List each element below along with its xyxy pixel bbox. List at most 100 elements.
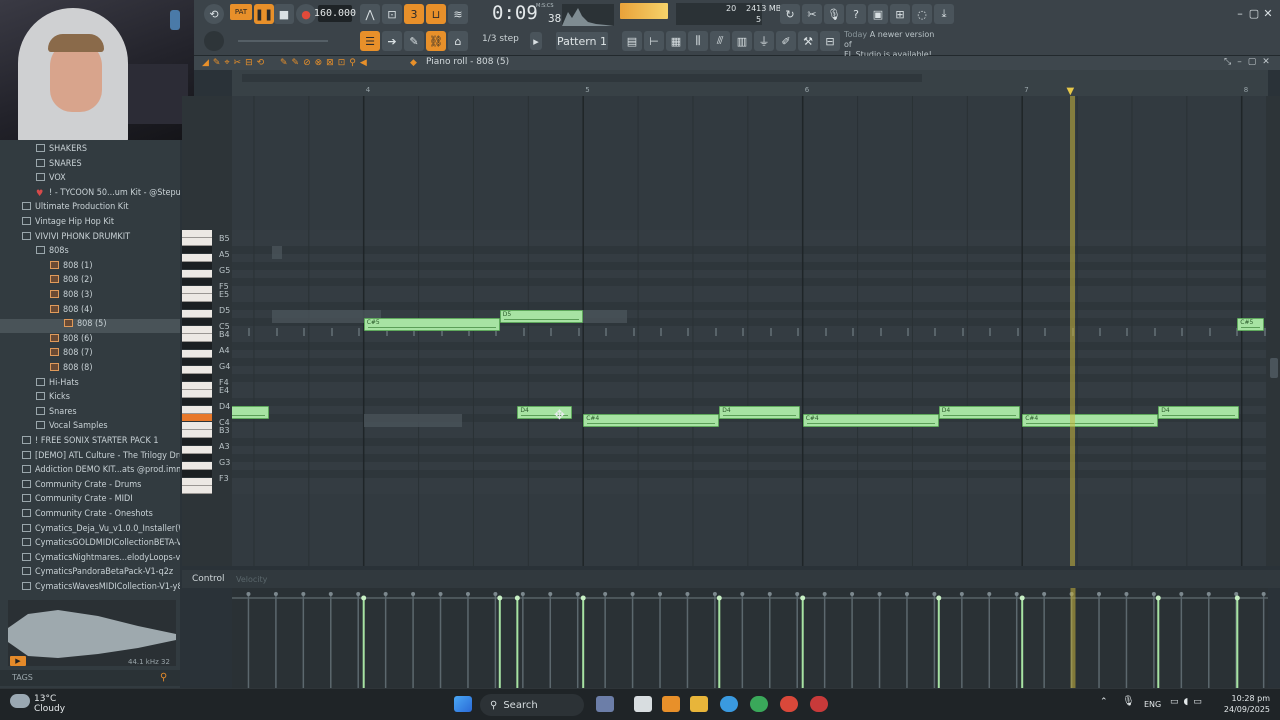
browser-item[interactable]: 808 (5) [0, 319, 180, 334]
browser-item[interactable]: 808 (8) [0, 363, 180, 377]
weather-widget[interactable]: 13°C Cloudy [34, 694, 65, 714]
taskbar-search[interactable]: ⚲ Search [480, 694, 584, 716]
stamp-icon[interactable]: ⌂ [448, 31, 468, 51]
undo-icon[interactable]: ↻ [780, 4, 800, 24]
master-volume-knob[interactable] [204, 31, 224, 51]
black-key[interactable] [182, 262, 212, 269]
tempo-display[interactable]: 160.000 [314, 5, 356, 22]
note-grid[interactable]: C#5D5C#5C#4D4D4C#4D4C#4D4C#4D4✥ [232, 96, 1268, 566]
piano-roll-arrow-icon[interactable]: ◆ [410, 58, 417, 68]
white-key[interactable] [182, 350, 212, 358]
note[interactable]: C#4 [1022, 414, 1159, 427]
browser-item[interactable]: ! FREE SONIX STARTER PACK 1 [0, 436, 180, 450]
tray-network-volume-battery-icons[interactable]: ▭◖▭ [1170, 697, 1207, 707]
download-icon[interactable]: ⤓ [934, 4, 954, 24]
tray-clock[interactable]: 10:28 pm 24/09/2025 [1212, 693, 1270, 715]
metronome-icon[interactable]: ⋀ [360, 4, 380, 24]
playhead[interactable] [1070, 96, 1076, 566]
countdown-icon[interactable]: 3 [404, 4, 424, 24]
master-pitch-slider[interactable] [238, 40, 328, 42]
sample-preview-waveform[interactable] [8, 600, 176, 666]
help-icon[interactable]: ? [846, 4, 866, 24]
white-key[interactable] [182, 366, 212, 374]
wait-icon[interactable]: ⊡ [382, 4, 402, 24]
microphone-icon[interactable]: 🎙 [824, 4, 844, 24]
piano-roll-icon[interactable]: ⊢ [644, 31, 664, 51]
mixer-window-icon[interactable]: ⫼ [688, 31, 708, 51]
browser-item[interactable]: 808 (4) [0, 304, 180, 319]
pattern-overview[interactable] [242, 74, 922, 82]
white-key[interactable] [182, 326, 212, 334]
browser-item[interactable]: Snares [0, 406, 180, 421]
white-key[interactable] [182, 334, 212, 342]
white-key[interactable] [182, 286, 212, 294]
blend-icon[interactable]: ≋ [448, 4, 468, 24]
windows-start-icon[interactable] [454, 696, 472, 712]
preview-play-icon[interactable]: ▶ [10, 656, 26, 666]
pattern-prev-icon[interactable]: ▸ [530, 32, 542, 50]
stop-button[interactable]: ■ [274, 4, 294, 24]
browser-item[interactable]: Hi-Hats [0, 377, 180, 392]
browser-item[interactable]: Kicks [0, 392, 180, 406]
white-key[interactable] [182, 486, 212, 494]
close-icon[interactable]: ✕ [1262, 7, 1274, 20]
browser-item[interactable]: 808s [0, 246, 180, 260]
white-key[interactable] [182, 270, 212, 278]
plugin-icon[interactable]: ⫻ [710, 31, 730, 51]
note[interactable]: C#4 [802, 414, 939, 427]
white-key[interactable] [182, 230, 212, 238]
chrome-icon[interactable] [750, 696, 768, 712]
white-key[interactable] [182, 238, 212, 246]
browser-item[interactable]: Community Crate - MIDI [0, 494, 180, 508]
browser-item[interactable]: SNARES [0, 158, 180, 173]
search-icon[interactable]: ⚲ [160, 672, 176, 684]
note[interactable]: D4 [938, 406, 1020, 419]
black-key[interactable] [182, 278, 212, 285]
channel-rack-icon[interactable]: ▦ [666, 31, 686, 51]
browser-item[interactable]: ♥ ! - TYCOON 50...um Kit - @Stepuz [0, 188, 180, 202]
black-key[interactable] [182, 398, 212, 405]
restore-icon[interactable]: ▢ [1248, 7, 1260, 20]
browser-item[interactable]: Cymatics_Deja_Vu_v1.0.0_Installer(WIN) [0, 523, 180, 538]
browser-item[interactable]: SHAKERS [0, 144, 180, 158]
black-key[interactable] [182, 454, 212, 461]
browser-item[interactable]: 808 (3) [0, 290, 180, 304]
note[interactable]: D4 [232, 406, 270, 419]
browser-item[interactable]: 808 (1) [0, 260, 180, 275]
black-key[interactable] [182, 302, 212, 309]
black-key[interactable] [182, 246, 212, 253]
tray-language[interactable]: ENG [1144, 700, 1161, 709]
pattern-selector[interactable]: Pattern 1 [556, 32, 608, 50]
browser-item[interactable]: Community Crate - Drums [0, 479, 180, 494]
note[interactable]: D4 [1158, 406, 1240, 419]
piano-roll-window-controls[interactable]: ⤡–▢✕ [1224, 57, 1276, 67]
news-panel[interactable]: Today A newer version of FL Studio is av… [844, 30, 944, 59]
browser-item[interactable]: Ultimate Production Kit [0, 202, 180, 216]
timeline-ruler[interactable]: 4 5 6 7 8 ▼ [232, 70, 1268, 97]
browser-item[interactable]: 808 (6) [0, 333, 180, 348]
browser-item[interactable]: CymaticsGOLDMIDICollectionBETA-V1-t8u [0, 538, 180, 552]
note[interactable]: D4 [719, 406, 801, 419]
white-key[interactable] [182, 422, 212, 430]
chrome-profile-icon[interactable] [780, 696, 798, 712]
browser-edge-icon[interactable] [720, 696, 738, 712]
white-key[interactable] [182, 406, 212, 414]
white-key[interactable] [182, 390, 212, 398]
browser-item[interactable]: CymaticsWavesMIDICollection-V1-y8u [0, 582, 180, 596]
record-app-icon[interactable] [810, 696, 828, 712]
white-key[interactable] [182, 382, 212, 390]
minimize-icon[interactable]: – [1234, 7, 1246, 20]
note[interactable]: C#5 [363, 318, 500, 331]
vertical-scroll-thumb[interactable] [1270, 358, 1278, 378]
velocity-lane[interactable] [232, 588, 1268, 688]
white-key[interactable] [182, 294, 212, 302]
piano-roll-tools[interactable]: ◢✎⌖✂⊟⟲ [202, 58, 268, 68]
browser-item[interactable]: VOX [0, 173, 180, 187]
browser-item[interactable]: Addiction DEMO KIT...ats @prod.immortal] [0, 465, 180, 479]
black-key[interactable] [182, 374, 212, 381]
black-key[interactable] [182, 358, 212, 365]
wrench-icon[interactable]: ⚒ [798, 31, 818, 51]
piano-keys[interactable]: B5 A5 G5 F5 E5 D5 C5 B4 A4 G4 F4 E4 D4 C4 B3 A3 G3 F3 [182, 96, 232, 566]
note[interactable]: C#5 [1237, 318, 1264, 331]
browser-item[interactable]: Vintage Hip Hop Kit [0, 217, 180, 231]
